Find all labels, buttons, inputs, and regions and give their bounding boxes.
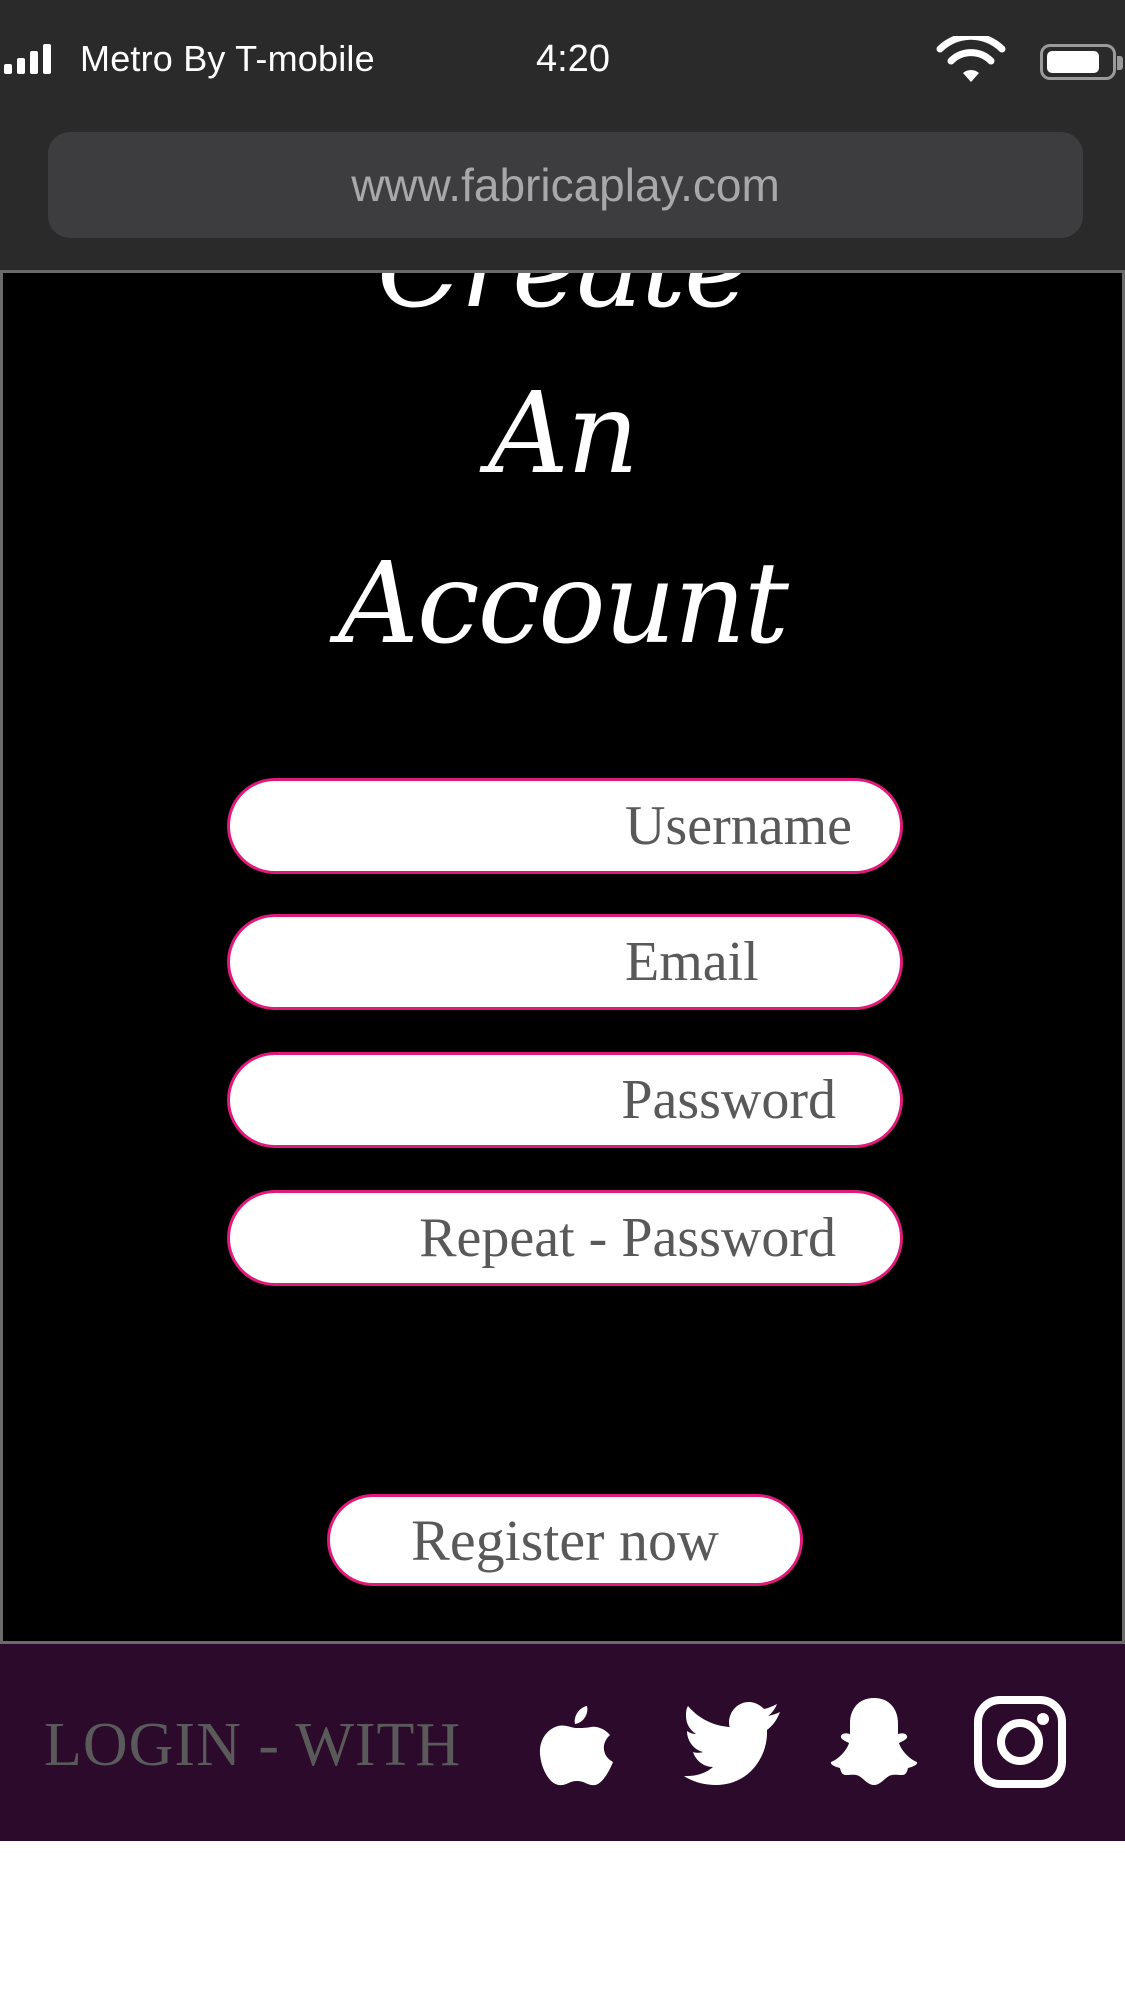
email-placeholder: Email (625, 931, 759, 993)
repeat-password-field[interactable]: Repeat - Password (227, 1190, 903, 1286)
battery-tip (1117, 56, 1123, 70)
login-with-label: LOGIN - WITH (44, 1711, 462, 1779)
carrier-name: Metro By T-mobile (80, 38, 375, 79)
title-line-an: An (487, 369, 639, 499)
password-field[interactable]: Password (227, 1052, 903, 1148)
email-field[interactable]: Email (227, 914, 903, 1010)
twitter-icon[interactable] (680, 1692, 780, 1792)
browser-toolbar: www.fabricaplay.com (0, 120, 1125, 270)
repeat-password-placeholder: Repeat - Password (419, 1207, 836, 1269)
title-line-account: Account (337, 539, 789, 669)
url-bar[interactable]: www.fabricaplay.com (48, 132, 1083, 238)
status-time: 4:20 (536, 38, 610, 80)
register-now-button[interactable]: Register now (327, 1494, 803, 1586)
password-placeholder: Password (621, 1069, 836, 1131)
signup-panel: Create An Account Username Email Passwor… (0, 270, 1125, 1644)
snapchat-icon[interactable] (824, 1692, 924, 1792)
login-with-footer: LOGIN - WITH (0, 1644, 1125, 1841)
title-line-create: Create (3, 273, 1122, 333)
instagram-icon[interactable] (970, 1692, 1070, 1792)
wifi-icon (934, 32, 1008, 91)
battery-icon (1040, 44, 1116, 80)
username-field[interactable]: Username (227, 778, 903, 874)
signal-strength-icon (4, 44, 56, 74)
status-bar: Metro By T-mobile 4:20 (0, 0, 1125, 120)
apple-icon[interactable] (527, 1692, 627, 1792)
username-placeholder: Username (624, 795, 852, 857)
